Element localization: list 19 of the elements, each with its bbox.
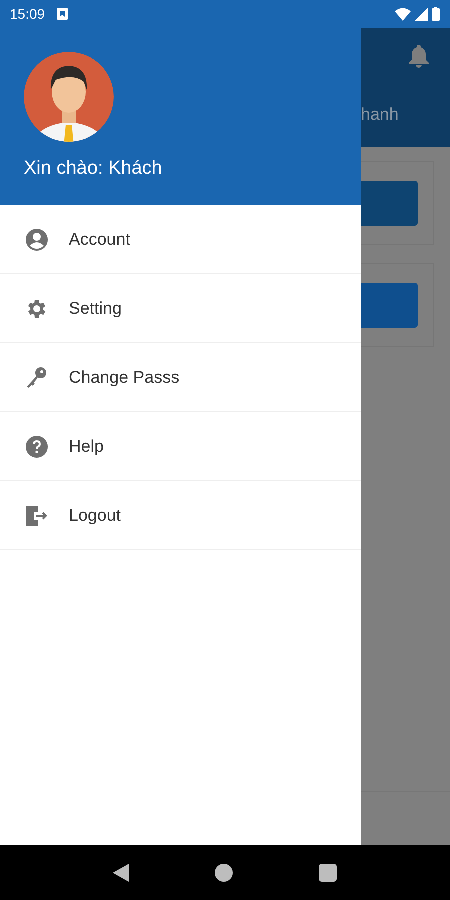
signal-icon <box>415 8 428 20</box>
bell-icon[interactable] <box>408 44 430 68</box>
avatar-icon <box>24 52 114 142</box>
logout-icon <box>25 504 49 526</box>
notification-icon <box>57 8 68 20</box>
help-icon <box>25 436 49 458</box>
menu-item[interactable]: Help <box>0 413 361 481</box>
back-icon[interactable] <box>113 864 129 882</box>
key-icon <box>25 366 49 390</box>
wifi-icon <box>395 8 411 20</box>
greeting-text: Xin chào: Khách <box>24 158 162 180</box>
status-time: 15:09 <box>10 6 46 22</box>
battery-icon <box>432 7 440 21</box>
menu-item[interactable]: Logout <box>0 482 361 550</box>
menu-item[interactable]: Account <box>0 206 361 274</box>
home-icon[interactable] <box>215 864 233 882</box>
account-icon <box>25 228 49 250</box>
tab-label[interactable]: hanh <box>361 105 399 125</box>
recents-icon[interactable] <box>319 864 337 882</box>
